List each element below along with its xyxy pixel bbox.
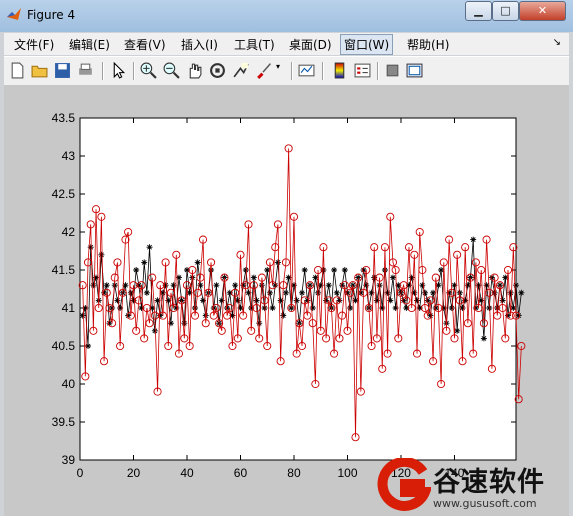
menu-tools[interactable]: 工具(T) xyxy=(234,36,275,53)
legend-icon[interactable] xyxy=(354,62,371,79)
maximize-button[interactable]: □ xyxy=(492,1,519,21)
menu-file[interactable]: 文件(F) xyxy=(14,36,54,53)
toolbar-separator xyxy=(133,62,135,80)
line-plot[interactable]: 0 20 40 60 80 100 120 1403939.54040.54141.54242… xyxy=(4,85,569,516)
menu-bar: 文件(F) 编辑(E) 查看(V) 插入(I) 工具(T) 桌面(D) 窗口(W… xyxy=(4,33,569,55)
new-file-icon[interactable] xyxy=(9,62,26,79)
data-cursor-icon[interactable] xyxy=(232,62,249,79)
asterisk-marker xyxy=(513,282,519,289)
asterisk-marker xyxy=(98,251,105,258)
x-tick-label: 60 xyxy=(234,466,248,480)
menu-view[interactable]: 查看(V) xyxy=(124,36,166,53)
toolbar-separator xyxy=(377,62,379,80)
menu-edit[interactable]: 编辑(E) xyxy=(69,36,110,53)
hide-plot-tools-icon[interactable] xyxy=(384,62,401,79)
figure-window: Figure 4 ▁ □ ✕ 文件(F) 编辑(E) 查看(V) 插入(I) 工… xyxy=(0,0,573,516)
y-tick-label: 43 xyxy=(62,149,76,163)
y-tick-label: 39 xyxy=(62,453,76,467)
print-icon[interactable] xyxy=(77,62,94,79)
y-tick-label: 40 xyxy=(62,377,76,391)
y-tick-label: 41.5 xyxy=(52,263,76,277)
pointer-arrow-icon[interactable] xyxy=(110,62,127,79)
x-tick-label: 80 xyxy=(287,466,301,480)
zoom-out-icon[interactable] xyxy=(163,62,180,79)
link-plot-icon[interactable] xyxy=(298,62,315,79)
toolbar-separator xyxy=(291,62,293,80)
watermark-brand: 谷速软件 xyxy=(433,467,545,498)
figure-canvas: 0 20 40 60 80 100 120 140 39 39.5 40 40.5 41 41.5 42 42… xyxy=(4,85,569,516)
x-tick-label: 0 xyxy=(77,466,84,480)
show-plot-tools-icon[interactable] xyxy=(406,62,423,79)
title-bar[interactable]: Figure 4 ▁ □ ✕ xyxy=(0,0,573,32)
asterisk-marker xyxy=(518,289,525,296)
y-tick-label: 41 xyxy=(62,301,76,315)
y-tick-label: 42.5 xyxy=(52,187,76,201)
menu-window[interactable]: 窗口(W) xyxy=(340,34,394,55)
y-tick-label: 42 xyxy=(62,225,76,239)
minimize-button[interactable]: ▁ xyxy=(465,1,492,21)
colorbar-icon[interactable] xyxy=(331,62,348,79)
menu-help[interactable]: 帮助(H) xyxy=(407,36,449,53)
watermark: 谷速软件 www.gususoft.com xyxy=(375,456,573,516)
watermark-url: www.gususoft.com xyxy=(433,497,537,510)
brush-icon[interactable] xyxy=(255,62,272,79)
menu-overflow-arrow[interactable]: ↘ xyxy=(553,37,561,48)
pan-hand-icon[interactable] xyxy=(186,62,203,79)
x-tick-label: 40 xyxy=(180,466,194,480)
figure-toolbar: ▾ xyxy=(4,56,569,85)
matlab-logo-icon xyxy=(7,8,21,20)
toolbar-separator xyxy=(322,62,324,80)
open-folder-icon[interactable] xyxy=(31,62,48,79)
y-tick-label: 39.5 xyxy=(52,415,76,429)
save-icon[interactable] xyxy=(54,62,71,79)
window-title: Figure 4 xyxy=(27,8,76,22)
toolbar-separator xyxy=(102,62,104,80)
close-button[interactable]: ✕ xyxy=(519,1,566,21)
g-logo-icon xyxy=(377,458,431,511)
menu-desktop[interactable]: 桌面(D) xyxy=(289,36,332,53)
x-tick-label: 100 xyxy=(337,466,357,480)
y-tick-label: 43.5 xyxy=(52,111,76,125)
x-tick-label: 20 xyxy=(127,466,141,480)
y-tick-label: 40.5 xyxy=(52,339,76,353)
menu-insert[interactable]: 插入(I) xyxy=(181,36,218,53)
rotate-3d-icon[interactable] xyxy=(209,62,226,79)
zoom-in-icon[interactable] xyxy=(140,62,157,79)
